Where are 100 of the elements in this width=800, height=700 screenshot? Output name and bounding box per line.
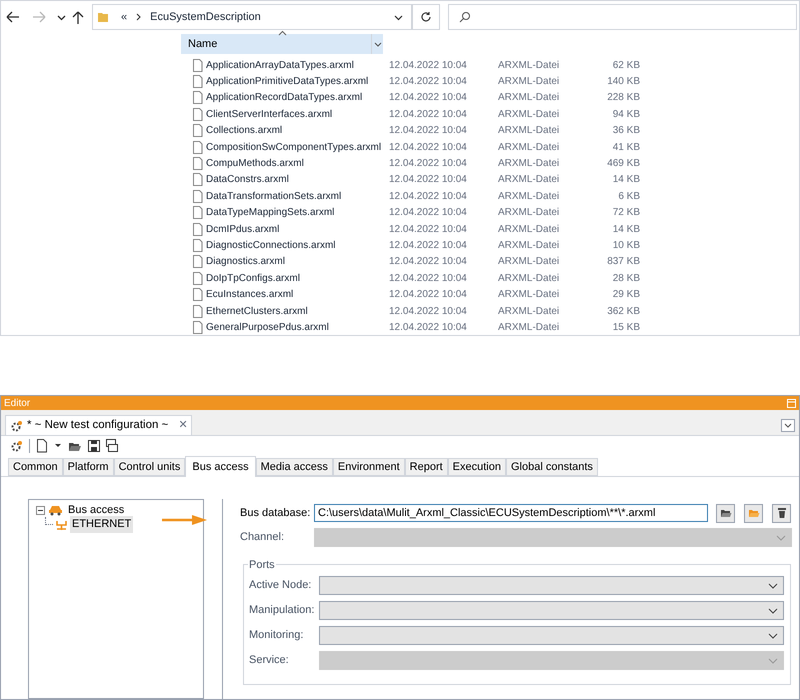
file-date: 12.04.2022 10:04 [389,288,468,302]
file-name[interactable]: EthernetClusters.arxml [206,304,389,319]
file-icon [192,58,203,72]
file-type: ARXML-Datei [498,304,560,319]
tab[interactable]: Control units [114,458,186,476]
file-name[interactable]: GeneralPurposePdus.arxml [206,320,389,335]
tab[interactable]: Execution [448,458,506,476]
file-type: ARXML-Datei [498,255,560,270]
tree-item[interactable]: ETHERNET [70,516,134,533]
file-date: 12.04.2022 10:04 [389,255,468,270]
file-size: 14 KB [612,222,640,237]
close-tab-button[interactable]: ✕ [178,417,188,434]
chevron-down-icon[interactable] [374,42,382,46]
tab[interactable]: Global constants [506,458,598,476]
file-type: ARXML-Datei [498,288,560,302]
sort-ascending-icon [278,30,287,36]
tab[interactable]: Media access [256,458,333,476]
file-name[interactable]: ApplicationRecordDataTypes.arxml [206,90,389,106]
file-size: 14 KB [612,173,640,188]
arrow-drawing [162,515,207,525]
file-name[interactable]: Collections.arxml [206,123,389,138]
breadcrumb-overflow[interactable]: « [121,8,128,26]
search-field[interactable] [448,4,797,30]
delete-button[interactable] [772,504,791,522]
address-bar[interactable]: « EcuSystemDescription [92,4,412,30]
file-icon [192,304,203,318]
save-all-icon[interactable] [106,439,119,452]
file-name[interactable]: ApplicationArrayDataTypes.arxml [206,58,389,73]
file-name[interactable]: DataConstrs.arxml [206,172,389,188]
file-name[interactable]: DiagnosticConnections.arxml [206,238,389,253]
file-date: 12.04.2022 10:04 [389,173,468,188]
collapse-icon[interactable] [36,506,45,514]
file-size: 94 KB [612,108,640,122]
file-size: 362 KB [606,304,640,319]
file-date: 12.04.2022 10:04 [389,190,468,204]
file-icon [192,173,203,186]
file-size: 62 KB [612,58,640,73]
file-name[interactable]: CompositionSwComponentTypes.arxml [206,140,389,155]
file-size: 6 KB [617,190,640,204]
file-type: ARXML-Datei [498,320,560,335]
file-name[interactable]: Diagnostics.arxml [206,254,389,270]
file-date: 12.04.2022 10:04 [389,140,468,155]
file-name[interactable]: DcmIPdus.arxml [206,222,389,237]
file-type: ARXML-Datei [498,190,560,204]
back-icon[interactable] [5,10,20,24]
file-icon [192,206,203,220]
file-date: 12.04.2022 10:04 [389,304,468,319]
file-size: 36 KB [612,124,640,138]
file-name[interactable]: ClientServerInterfaces.arxml [206,106,389,122]
gear-icon [10,420,23,432]
file-date: 12.04.2022 10:04 [389,272,468,286]
chevron-down-icon [776,534,786,540]
file-name[interactable]: EcuInstances.arxml [206,287,389,302]
file-icon [192,124,203,138]
file-icon [192,255,203,268]
chevron-down-icon [768,582,778,588]
dropdown-icon[interactable] [394,14,403,20]
file-type: ARXML-Datei [498,140,560,155]
field-label: Channel: [240,530,286,546]
file-date: 12.04.2022 10:04 [389,75,468,90]
breadcrumb-folder[interactable]: EcuSystemDescription [150,8,261,26]
tab[interactable]: Platform [62,458,114,476]
caret-icon[interactable] [54,443,62,448]
file-size: 28 KB [612,272,640,286]
network-icon [55,518,68,530]
field-label: Active Node: [249,578,312,594]
chevron-down-icon [768,608,778,614]
tab-list-button[interactable] [781,419,795,432]
file-type: ARXML-Datei [498,173,560,188]
file-size: 140 KB [606,75,640,90]
save-icon[interactable] [88,440,100,452]
file-name[interactable]: CompuMethods.arxml [206,156,389,172]
document-tab[interactable]: * ~ New test configuration ~ ✕ [5,415,192,435]
file-date: 12.04.2022 10:04 [389,91,468,106]
chevron-down-icon[interactable] [57,14,66,20]
file-size: 15 KB [612,320,640,335]
chevron-down-icon [784,423,792,428]
tree-item[interactable]: Bus access [66,502,126,518]
gear-icon[interactable] [10,440,23,452]
up-arrow-icon[interactable] [72,10,84,24]
chevron-right-icon [135,13,142,21]
folder-button[interactable] [716,504,735,522]
file-type: ARXML-Datei [498,124,560,138]
tab[interactable]: Bus access [185,456,256,477]
tab[interactable]: Environment [332,458,405,476]
tab[interactable]: Report [404,458,448,476]
file-size: 72 KB [612,206,640,220]
new-file-icon[interactable] [36,438,48,452]
file-name[interactable]: DataTransformationSets.arxml [206,188,389,204]
file-size: 41 KB [612,140,640,155]
file-name[interactable]: DoIpTpConfigs.arxml [206,270,389,286]
file-name[interactable]: DataTypeMappingSets.arxml [206,205,389,220]
refresh-button[interactable] [412,4,440,30]
file-date: 12.04.2022 10:04 [389,206,468,220]
path-field[interactable]: C:\users\data\Mulit_Arxml_Classic\ECUSystemDescriptiom\**\*.arxml [314,504,708,522]
tab[interactable]: Common [8,458,63,476]
file-name[interactable]: ApplicationPrimitiveDataTypes.arxml [206,74,389,90]
file-icon [192,140,203,154]
browse-folder-icon [720,508,732,518]
file-size: 228 KB [606,91,640,106]
